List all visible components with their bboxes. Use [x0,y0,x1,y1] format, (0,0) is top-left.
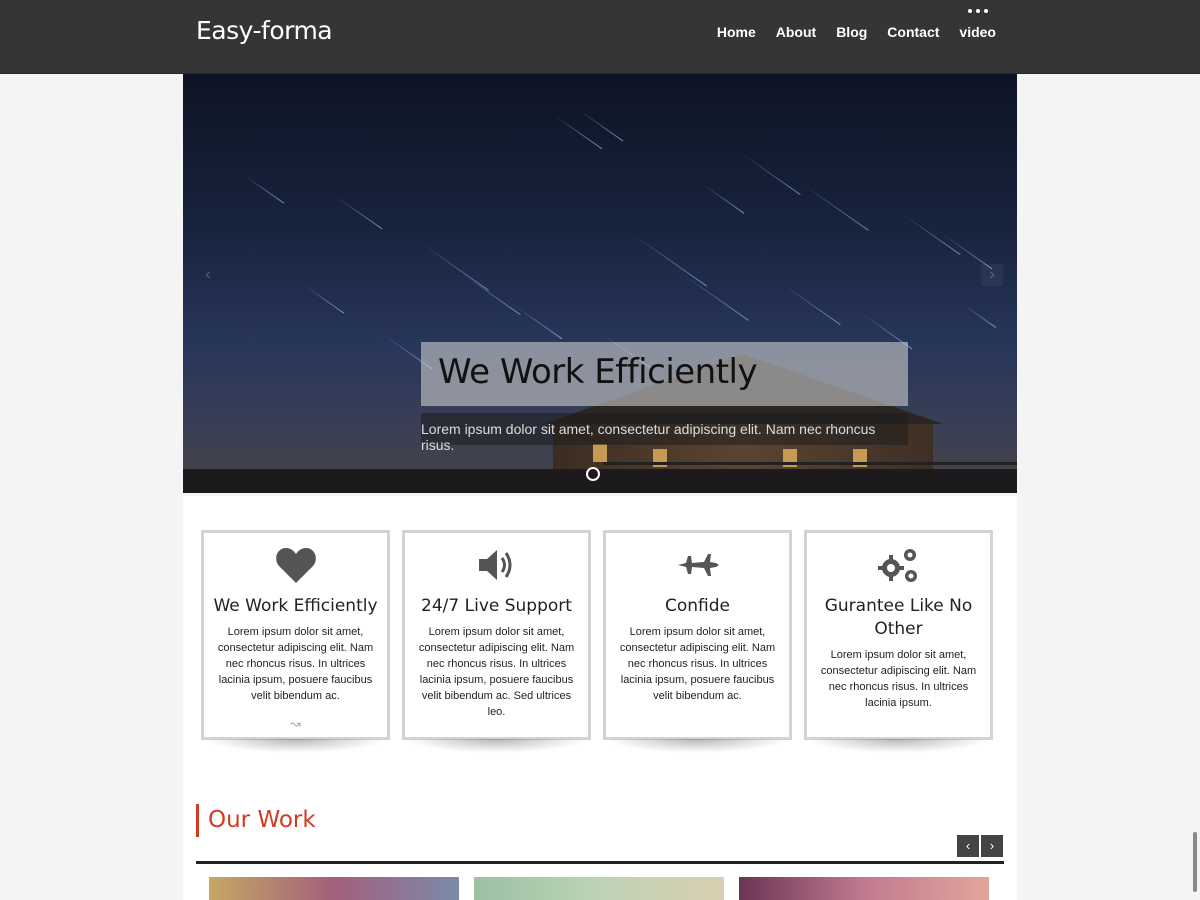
feature-title: Confide [664,596,730,616]
work-thumbnails [209,877,989,900]
star-trail [702,184,745,214]
nav-contact[interactable]: Contact [887,24,939,40]
feature-card: Confide Lorem ipsum dolor sit amet, cons… [603,530,792,753]
star-trail [462,274,521,316]
site-header: Easy-forma Home About Blog Contact video [0,0,1200,74]
feature-card: 24/7 Live Support Lorem ipsum dolor sit … [402,530,591,753]
feature-title: Gurantee Like No Other [824,596,973,639]
feature-title: We Work Efficiently [213,596,378,616]
star-trail [782,284,841,326]
work-thumbnail[interactable] [739,877,989,900]
feature-text: Lorem ipsum dolor sit amet, consectetur … [820,649,977,709]
star-trail [302,284,345,314]
feature-text: Lorem ipsum dolor sit amet, consectetur … [217,626,374,702]
slider-next-button[interactable]: › [981,264,1003,286]
slider-pager-dot[interactable] [586,467,600,481]
work-prev-button[interactable]: ‹ [957,835,979,857]
chevron-right-icon: › [989,266,995,283]
feature-text: Lorem ipsum dolor sit amet, consectetur … [418,626,575,718]
star-trail [902,214,961,256]
work-thumbnail[interactable] [474,877,724,900]
read-more-icon[interactable]: ↝ [204,716,387,732]
fence [603,462,1017,465]
more-dots-icon [967,9,988,13]
hero-slider: We Work Efficiently Lorem ipsum dolor si… [183,74,1017,493]
feature-card: We Work Efficiently Lorem ipsum dolor si… [201,530,390,753]
work-next-button[interactable]: › [981,835,1003,857]
star-trail [742,154,801,196]
work-thumbnail[interactable] [209,877,459,900]
site-logo[interactable]: Easy-forma [196,16,333,45]
star-trail [552,114,603,150]
feature-card: Gurantee Like No Other Lorem ipsum dolor… [804,530,993,753]
star-trail [512,304,563,340]
hero-title: We Work Efficiently [421,342,908,406]
plane-icon [606,543,789,587]
nav-video-label: video [959,24,996,40]
star-trail [632,234,708,287]
nav-home[interactable]: Home [717,24,756,40]
star-trail [422,244,489,291]
section-title-our-work: Our Work [196,804,316,837]
star-trail [682,274,749,321]
ground [183,469,1017,493]
main-nav: Home About Blog Contact video [697,9,996,40]
nav-video[interactable]: video [959,9,996,40]
work-carousel-nav: ‹ › [957,835,1003,857]
page-scrollbar[interactable] [1193,832,1197,892]
chevron-left-icon: ‹ [205,266,211,283]
star-trail [802,184,869,231]
star-trail [332,194,383,230]
slider-prev-button[interactable]: ‹ [197,264,219,286]
features-row: We Work Efficiently Lorem ipsum dolor si… [201,530,993,753]
hero-text: Lorem ipsum dolor sit amet, consectetur … [421,413,908,453]
feature-text: Lorem ipsum dolor sit amet, consectetur … [619,626,776,702]
nav-blog[interactable]: Blog [836,24,867,40]
star-trail [242,174,285,204]
divider [196,861,1004,864]
star-trail [962,304,997,328]
volume-icon [405,543,588,587]
content-panel: We Work Efficiently Lorem ipsum dolor si… [183,496,1017,900]
heart-icon [204,543,387,587]
feature-title: 24/7 Live Support [421,596,572,616]
gears-icon [807,543,990,587]
nav-about[interactable]: About [776,24,816,40]
